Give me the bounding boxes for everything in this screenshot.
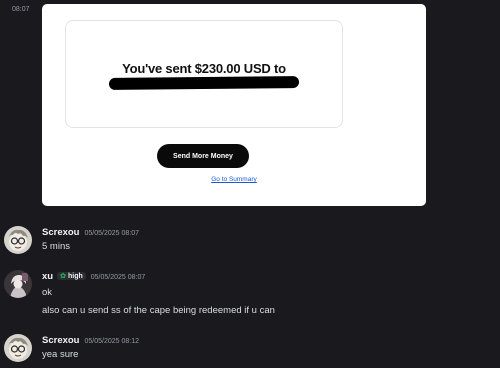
message-header: Screxou 05/05/2025 08:12 xyxy=(42,335,139,346)
username[interactable]: Screxou xyxy=(42,335,80,346)
user-tag-badge[interactable]: ✿ high xyxy=(57,272,86,280)
sent-amount-text: You've sent $230.00 USD to xyxy=(122,61,286,76)
avatar[interactable] xyxy=(4,270,32,298)
message-gutter-time: 08:07 xyxy=(12,6,30,13)
redacted-recipient xyxy=(108,76,300,90)
message-text: 5 mins xyxy=(42,241,70,252)
message-timestamp: 05/05/2025 08:07 xyxy=(84,230,140,237)
message-text: yea sure xyxy=(42,349,79,360)
avatar[interactable] xyxy=(4,226,32,254)
leaf-icon: ✿ xyxy=(60,273,66,280)
message-text: ok xyxy=(42,287,53,298)
payment-receipt-card: You've sent $230.00 USD to xyxy=(65,20,343,128)
avatar[interactable] xyxy=(4,334,32,362)
chat-window: 08:07 You've sent $230.00 USD to Send Mo… xyxy=(0,0,500,368)
image-attachment[interactable]: You've sent $230.00 USD to Send More Mon… xyxy=(42,4,426,206)
send-more-money-button[interactable]: Send More Money xyxy=(157,144,249,168)
message-header: Screxou 05/05/2025 08:07 xyxy=(42,227,139,238)
message-timestamp: 05/05/2025 08:07 xyxy=(90,274,146,281)
username[interactable]: xu xyxy=(42,271,53,282)
message-text: also can u send ss of the cape being red… xyxy=(42,305,275,316)
message-header: xu ✿ high 05/05/2025 08:07 xyxy=(42,271,145,282)
go-to-summary-link[interactable]: Go to Summary xyxy=(42,176,426,183)
message-timestamp: 05/05/2025 08:12 xyxy=(84,338,140,345)
username[interactable]: Screxou xyxy=(42,227,80,238)
